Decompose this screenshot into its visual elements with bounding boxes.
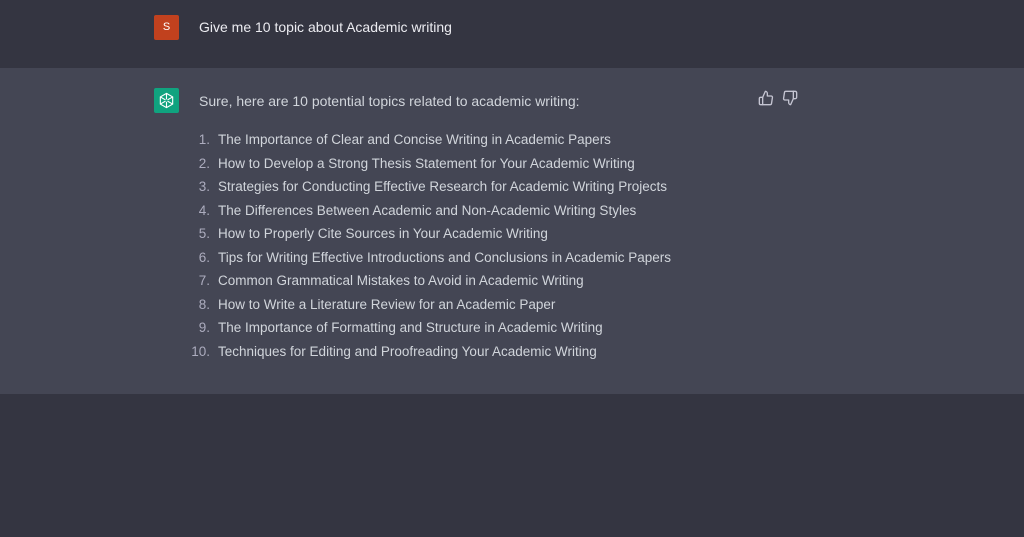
user-message: S Give me 10 topic about Academic writin… bbox=[0, 0, 1024, 68]
list-item-text: The Differences Between Academic and Non… bbox=[218, 202, 637, 218]
chat-page: S Give me 10 topic about Academic writin… bbox=[0, 0, 1024, 537]
user-avatar-letter: S bbox=[162, 21, 171, 33]
list-item-number: 7. bbox=[198, 273, 210, 288]
list-item: 3. Strategies for Conducting Effective Re… bbox=[180, 177, 671, 201]
list-item-text: How to Develop a Strong Thesis Statement… bbox=[218, 155, 635, 171]
list-item: 8. How to Write a Literature Review for a… bbox=[180, 295, 671, 319]
list-item: 9. The Importance of Formatting and Struc… bbox=[180, 318, 671, 342]
list-item-number: 3. bbox=[198, 179, 210, 194]
topic-list: 1. The Importance of Clear and Concise Wr… bbox=[180, 130, 671, 365]
list-item-text: The Importance of Formatting and Structu… bbox=[218, 320, 603, 335]
list-item-number: 1. bbox=[198, 132, 210, 147]
list-item-number: 6. bbox=[198, 249, 210, 265]
list-item-text: The Importance of Clear and Concise Writ… bbox=[218, 132, 611, 147]
list-item-text: Common Grammatical Mistakes to Avoid in … bbox=[218, 273, 584, 288]
list-item: 10. Techniques for Editing and Proofreadi… bbox=[180, 342, 671, 366]
openai-logo-icon bbox=[159, 92, 174, 109]
list-item: 4. The Differences Between Academic and N… bbox=[180, 201, 671, 225]
list-item: 7. Common Grammatical Mistakes to Avoid i… bbox=[180, 271, 671, 295]
thumbs-down-icon bbox=[782, 90, 798, 106]
user-avatar: S bbox=[154, 15, 179, 40]
assistant-message: Sure, here are 10 potential topics relat… bbox=[0, 68, 1024, 394]
thumbs-down-button[interactable] bbox=[782, 90, 798, 106]
list-item-text: How to Write a Literature Review for an … bbox=[218, 296, 556, 312]
thumbs-up-icon bbox=[758, 90, 774, 106]
list-item: 2. How to Develop a Strong Thesis Stateme… bbox=[180, 154, 671, 178]
assistant-avatar bbox=[154, 88, 179, 113]
list-item: 6. Tips for Writing Effective Introductio… bbox=[180, 248, 671, 272]
list-item-text: Strategies for Conducting Effective Rese… bbox=[218, 179, 667, 194]
list-item: 5. How to Properly Cite Sources in Your A… bbox=[180, 224, 671, 248]
list-item-text: Techniques for Editing and Proofreading … bbox=[218, 343, 597, 359]
user-message-text: Give me 10 topic about Academic writing bbox=[199, 19, 452, 35]
list-item-number: 2. bbox=[198, 155, 210, 171]
list-item-text: How to Properly Cite Sources in Your Aca… bbox=[218, 226, 548, 241]
list-item-number: 10. bbox=[191, 343, 210, 359]
list-item-text: Tips for Writing Effective Introductions… bbox=[218, 249, 671, 265]
list-item-number: 5. bbox=[198, 226, 210, 241]
assistant-intro-text: Sure, here are 10 potential topics relat… bbox=[199, 93, 580, 109]
list-item-number: 4. bbox=[198, 202, 210, 218]
thumbs-up-button[interactable] bbox=[758, 90, 774, 106]
list-item-number: 9. bbox=[198, 320, 210, 335]
list-item: 1. The Importance of Clear and Concise Wr… bbox=[180, 130, 671, 154]
list-item-number: 8. bbox=[198, 296, 210, 312]
